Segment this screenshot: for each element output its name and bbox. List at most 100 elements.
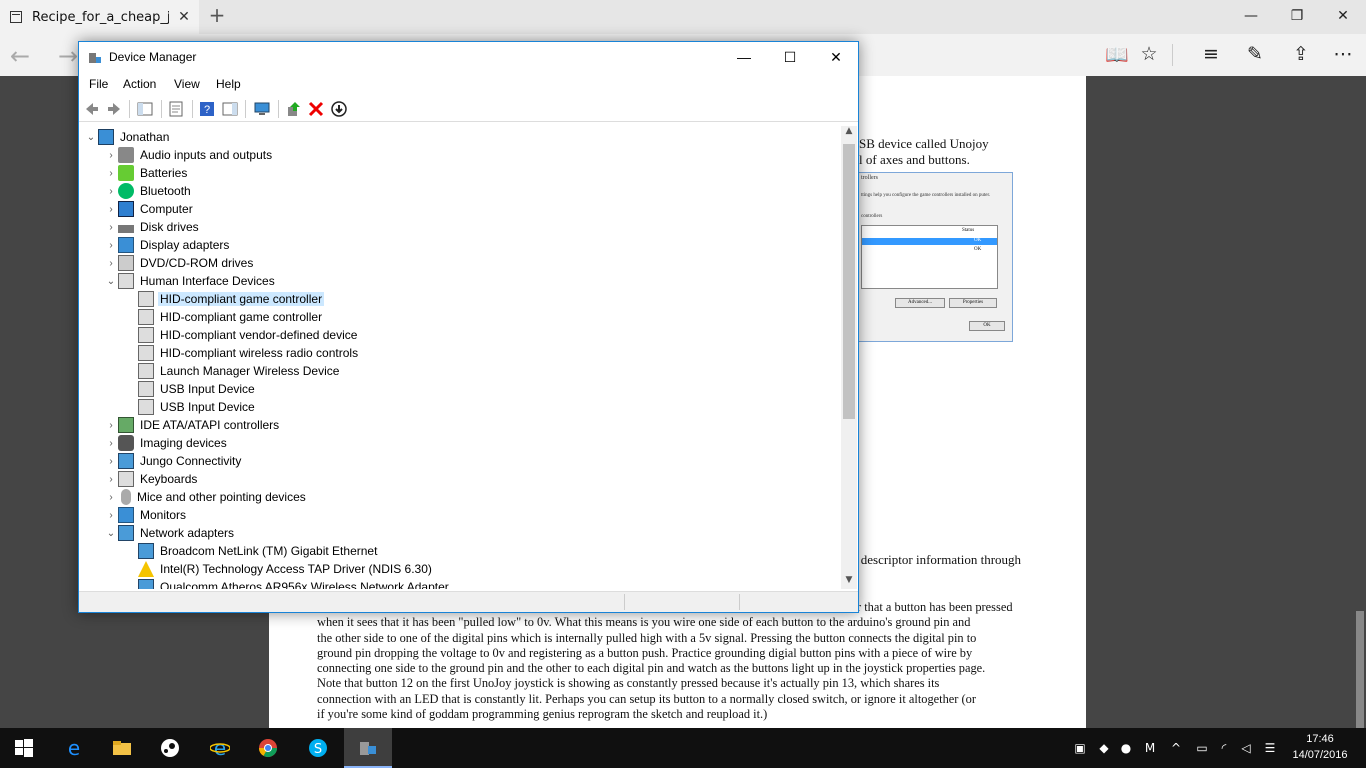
tray-battery-icon[interactable]: ▭ xyxy=(1194,741,1210,755)
forward-arrow-icon[interactable]: → xyxy=(58,42,78,70)
tree-item[interactable]: Broadcom NetLink (TM) Gigabit Ethernet xyxy=(138,542,379,560)
chevron-right-icon[interactable]: › xyxy=(104,168,118,179)
menu-file[interactable]: File xyxy=(89,77,108,91)
web-note-icon[interactable]: ✎ xyxy=(1240,43,1270,65)
browser-close-button[interactable]: ✕ xyxy=(1320,0,1366,34)
menu-help[interactable]: Help xyxy=(216,77,241,91)
tree-item[interactable]: USB Input Device xyxy=(138,398,257,416)
tray-wifi-icon[interactable]: ◜ xyxy=(1216,741,1232,755)
chevron-right-icon[interactable]: › xyxy=(104,456,118,467)
taskbar-internet-explorer[interactable]: e xyxy=(196,728,244,768)
menu-view[interactable]: View xyxy=(174,77,200,91)
device-manager-titlebar[interactable]: Device Manager — ☐ ✕ xyxy=(79,42,858,73)
tray-volume-icon[interactable]: ◁ xyxy=(1238,741,1254,755)
tree-item[interactable]: USB Input Device xyxy=(138,380,257,398)
tree-item[interactable]: › Mice and other pointing devices xyxy=(104,488,308,506)
taskbar-chrome[interactable] xyxy=(244,728,292,768)
favorite-star-icon[interactable]: ☆ xyxy=(1134,43,1164,65)
tree-item[interactable]: › Jungo Connectivity xyxy=(104,452,243,470)
action-pane-icon[interactable] xyxy=(222,101,238,117)
tree-item[interactable]: HID-compliant game controller xyxy=(138,290,325,308)
menu-action[interactable]: Action xyxy=(123,77,156,91)
tree-item[interactable]: › Audio inputs and outputs xyxy=(104,146,274,164)
tree-item[interactable]: › Computer xyxy=(104,200,195,218)
taskbar-skype[interactable]: S xyxy=(294,728,342,768)
forward-icon[interactable] xyxy=(106,101,122,117)
chevron-down-icon[interactable]: ⌄ xyxy=(104,528,118,539)
tree-item[interactable]: HID-compliant vendor-defined device xyxy=(138,326,359,344)
chevron-right-icon[interactable]: › xyxy=(104,492,118,503)
tray-network-tool-icon[interactable]: ▣ xyxy=(1072,741,1088,755)
tree-item[interactable]: Launch Manager Wireless Device xyxy=(138,362,341,380)
browser-tab[interactable]: Recipe_for_a_cheap_joys ✕ xyxy=(0,0,199,34)
tree-scrollbar[interactable]: ▲ ▼ xyxy=(841,126,857,589)
chevron-right-icon[interactable]: › xyxy=(104,204,118,215)
tree-item[interactable]: › Disk drives xyxy=(104,218,201,236)
help-icon[interactable]: ? xyxy=(199,101,215,117)
back-arrow-icon[interactable]: ← xyxy=(10,42,30,70)
chevron-right-icon[interactable]: › xyxy=(104,186,118,197)
chevron-right-icon[interactable]: › xyxy=(104,438,118,449)
reading-view-icon[interactable]: 📖 xyxy=(1102,43,1132,66)
tab-close-icon[interactable]: ✕ xyxy=(169,9,199,25)
taskbar-edge[interactable]: e xyxy=(50,728,98,768)
ie-icon: e xyxy=(210,738,230,758)
tree-item[interactable]: ⌄ Human Interface Devices xyxy=(104,272,277,290)
taskbar-steam[interactable] xyxy=(146,728,194,768)
ide-controller-icon xyxy=(118,417,134,433)
show-hide-tree-icon[interactable] xyxy=(137,101,153,117)
tree-item[interactable]: › IDE ATA/ATAPI controllers xyxy=(104,416,281,434)
tree-item-label: HID-compliant game controller xyxy=(160,310,323,324)
back-icon[interactable] xyxy=(84,101,100,117)
tray-shield-icon[interactable]: ◆ xyxy=(1096,741,1112,755)
uninstall-x-icon[interactable] xyxy=(308,101,324,117)
tray-action-center-icon[interactable]: ☰ xyxy=(1262,741,1278,755)
tree-item[interactable]: ⌄ Network adapters xyxy=(104,524,236,542)
chevron-right-icon[interactable]: › xyxy=(104,240,118,251)
tree-item[interactable]: ⌄ Jonathan xyxy=(84,128,171,146)
chevron-down-icon[interactable]: ⌄ xyxy=(104,276,118,287)
tree-item[interactable]: Qualcomm Atheros AR956x Wireless Network… xyxy=(138,578,451,589)
more-icon[interactable]: ⋯ xyxy=(1328,43,1358,65)
tree-item[interactable]: › Monitors xyxy=(104,506,188,524)
taskbar-clock[interactable]: 17:46 14/07/2016 xyxy=(1290,731,1350,763)
share-icon[interactable]: ⇪ xyxy=(1286,43,1316,65)
tree-item[interactable]: › Bluetooth xyxy=(104,182,193,200)
chevron-down-icon[interactable]: ⌄ xyxy=(84,132,98,143)
chevron-right-icon[interactable]: › xyxy=(104,420,118,431)
update-driver-icon[interactable] xyxy=(286,101,302,117)
tree-item[interactable]: Intel(R) Technology Access TAP Driver (N… xyxy=(138,560,434,578)
tree-item[interactable]: HID-compliant game controller xyxy=(138,308,324,326)
browser-minimize-button[interactable]: — xyxy=(1228,0,1274,34)
tree-item[interactable]: › Batteries xyxy=(104,164,189,182)
scroll-up-icon[interactable]: ▲ xyxy=(841,126,857,140)
tree-scrollbar-thumb[interactable] xyxy=(843,144,855,419)
scroll-down-icon[interactable]: ▼ xyxy=(841,575,857,589)
tree-item[interactable]: › Display adapters xyxy=(104,236,231,254)
tray-mcafee-icon[interactable]: M xyxy=(1142,741,1158,755)
browser-restore-button[interactable]: ❐ xyxy=(1274,0,1320,34)
chevron-right-icon[interactable]: › xyxy=(104,474,118,485)
disable-device-icon[interactable] xyxy=(331,101,347,117)
close-button[interactable]: ✕ xyxy=(813,42,859,72)
taskbar-device-manager[interactable] xyxy=(344,728,392,768)
chevron-right-icon[interactable]: › xyxy=(104,222,118,233)
maximize-button[interactable]: ☐ xyxy=(767,42,813,72)
chevron-right-icon[interactable]: › xyxy=(104,258,118,269)
minimize-button[interactable]: — xyxy=(721,42,767,72)
tree-item[interactable]: › Imaging devices xyxy=(104,434,229,452)
scan-hardware-icon[interactable] xyxy=(254,101,270,117)
chevron-right-icon[interactable]: › xyxy=(104,150,118,161)
new-tab-button[interactable]: + xyxy=(207,5,227,25)
page-scrollbar[interactable] xyxy=(1354,76,1366,756)
taskbar-file-explorer[interactable] xyxy=(98,728,146,768)
tree-item[interactable]: › DVD/CD-ROM drives xyxy=(104,254,255,272)
start-button[interactable] xyxy=(0,728,48,768)
tree-item[interactable]: HID-compliant wireless radio controls xyxy=(138,344,360,362)
tree-item[interactable]: › Keyboards xyxy=(104,470,199,488)
tray-chevron-icon[interactable]: ^ xyxy=(1168,741,1184,755)
hub-icon[interactable]: ≡ xyxy=(1196,43,1226,65)
tray-steam-icon[interactable]: ● xyxy=(1118,741,1134,755)
properties-icon[interactable] xyxy=(168,101,184,117)
chevron-right-icon[interactable]: › xyxy=(104,510,118,521)
